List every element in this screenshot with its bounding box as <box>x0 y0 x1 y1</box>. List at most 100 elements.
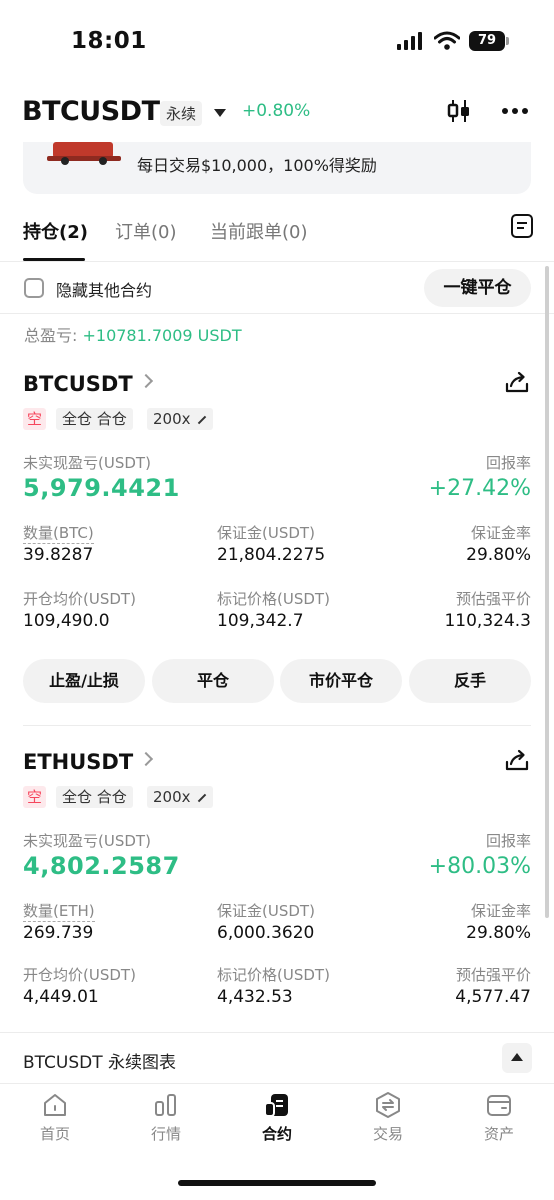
chevron-right-icon[interactable] <box>138 373 154 389</box>
entry-price-label: 开仓均价(USDT) <box>23 590 136 608</box>
tab-orders[interactable]: 订单(0) <box>115 218 177 244</box>
close-button[interactable]: 平仓 <box>152 659 274 703</box>
nav-assets[interactable]: 资产 <box>444 1085 554 1155</box>
liq-price-value: 4,577.47 <box>455 987 531 1007</box>
qty-label[interactable]: 数量(ETH) <box>23 900 95 922</box>
position-card: BTCUSDT 空 全仓 合仓 200x 未实现盈亏(USDT) 回报率 5,9… <box>0 370 554 726</box>
position-actions: 止盈/止损 平仓 市价平仓 反手 <box>0 659 554 703</box>
side-tag: 空 <box>23 408 47 430</box>
roe-value: +27.42% <box>428 476 531 501</box>
mark-price-label: 标记价格(USDT) <box>217 966 330 984</box>
edit-icon <box>197 793 206 802</box>
leverage-value: 200x <box>153 788 191 806</box>
car-icon <box>47 142 121 165</box>
position-symbol[interactable]: ETHUSDT <box>23 750 133 774</box>
close-all-button[interactable]: 一键平仓 <box>424 269 531 307</box>
wifi-icon <box>434 31 460 50</box>
margin-mode-tag: 全仓 合仓 <box>56 408 133 430</box>
promo-banner[interactable]: 每日交易$10,000，100%得奖励 <box>23 142 531 194</box>
margin-ratio-label: 保证金率 <box>470 902 531 920</box>
signal-icon <box>397 32 423 50</box>
nav-label: 首页 <box>39 1125 70 1143</box>
chart-bar[interactable]: BTCUSDT 永续图表 <box>0 1032 554 1084</box>
side-tag: 空 <box>23 786 47 808</box>
chart-expand-button[interactable] <box>502 1043 532 1073</box>
nav-home[interactable]: 首页 <box>0 1085 110 1155</box>
entry-price-value: 109,490.0 <box>23 611 110 631</box>
banner-text: 每日交易$10,000，100%得奖励 <box>137 156 377 175</box>
upnl-value: 4,802.2587 <box>23 852 180 880</box>
tp-sl-button[interactable]: 止盈/止损 <box>23 659 145 703</box>
mark-price-value: 109,342.7 <box>217 611 304 631</box>
candlestick-chart-icon[interactable] <box>446 98 472 124</box>
upnl-value: 5,979.4421 <box>23 474 180 502</box>
margin-label: 保证金(USDT) <box>217 902 315 920</box>
chart-bar-label: BTCUSDT 永续图表 <box>23 1053 177 1073</box>
home-indicator[interactable] <box>178 1180 376 1186</box>
market-icon <box>155 1094 176 1116</box>
battery-cap <box>506 37 509 45</box>
roe-label: 回报率 <box>485 454 531 472</box>
document-icon[interactable] <box>511 214 533 238</box>
status-bar: 18:01 79 <box>0 0 554 84</box>
upnl-label: 未实现盈亏(USDT) <box>23 832 151 850</box>
symbol-dropdown-icon[interactable] <box>214 109 226 117</box>
total-pnl: 总盈亏: +10781.7009 USDT <box>24 322 242 346</box>
home-icon <box>44 1094 66 1116</box>
header: BTCUSDT 永续 +0.80% <box>0 84 554 144</box>
margin-value: 21,804.2275 <box>217 545 326 565</box>
margin-ratio-label: 保证金率 <box>470 524 531 542</box>
battery-icon: 79 <box>469 31 505 51</box>
trade-icon <box>376 1092 400 1118</box>
upnl-label: 未实现盈亏(USDT) <box>23 454 151 472</box>
reverse-button[interactable]: 反手 <box>409 659 531 703</box>
margin-ratio-value: 29.80% <box>466 923 531 943</box>
hide-other-checkbox[interactable] <box>24 278 44 298</box>
share-icon[interactable] <box>505 370 529 394</box>
liq-price-label: 预估强平价 <box>455 966 531 984</box>
margin-value: 6,000.3620 <box>217 923 315 943</box>
chevron-right-icon[interactable] <box>138 751 154 767</box>
position-symbol[interactable]: BTCUSDT <box>23 372 133 396</box>
contract-type-tag: 永续 <box>160 101 203 126</box>
nav-label: 交易 <box>372 1125 403 1143</box>
qty-value: 39.8287 <box>23 545 94 565</box>
symbol-title[interactable]: BTCUSDT <box>22 96 160 127</box>
filter-row: 隐藏其他合约 一键平仓 <box>0 262 554 314</box>
wallet-icon <box>487 1095 511 1116</box>
futures-icon <box>264 1094 288 1117</box>
mark-price-value: 4,432.53 <box>217 987 293 1007</box>
roe-value: +80.03% <box>428 854 531 879</box>
margin-ratio-value: 29.80% <box>466 545 531 565</box>
nav-futures[interactable]: 合约 <box>222 1085 332 1155</box>
leverage-value: 200x <box>153 410 191 428</box>
price-change: +0.80% <box>242 101 311 121</box>
total-pnl-label: 总盈亏: <box>24 326 83 345</box>
liq-price-label: 预估强平价 <box>455 590 531 608</box>
margin-label: 保证金(USDT) <box>217 524 315 542</box>
total-pnl-value: +10781.7009 USDT <box>82 326 242 345</box>
entry-price-label: 开仓均价(USDT) <box>23 966 136 984</box>
tab-active-underline <box>23 258 85 261</box>
mark-price-label: 标记价格(USDT) <box>217 590 330 608</box>
nav-market[interactable]: 行情 <box>111 1085 221 1155</box>
share-icon[interactable] <box>505 748 529 772</box>
tab-copy-trades[interactable]: 当前跟单(0) <box>210 218 308 244</box>
position-tabs: 持仓(2) 订单(0) 当前跟单(0) <box>0 210 554 262</box>
leverage-tag[interactable]: 200x <box>147 786 213 808</box>
tab-positions[interactable]: 持仓(2) <box>23 218 88 244</box>
liq-price-value: 110,324.3 <box>444 611 531 631</box>
caret-up-icon <box>511 1053 523 1061</box>
more-icon[interactable] <box>500 108 530 116</box>
leverage-tag[interactable]: 200x <box>147 408 213 430</box>
nav-label: 合约 <box>261 1125 292 1143</box>
margin-mode-tag: 全仓 合仓 <box>56 786 133 808</box>
status-time: 18:01 <box>71 28 147 54</box>
qty-label[interactable]: 数量(BTC) <box>23 522 94 544</box>
entry-price-value: 4,449.01 <box>23 987 99 1007</box>
roe-label: 回报率 <box>485 832 531 850</box>
market-close-button[interactable]: 市价平仓 <box>280 659 402 703</box>
edit-icon <box>197 415 206 424</box>
nav-trade[interactable]: 交易 <box>333 1085 443 1155</box>
nav-label: 行情 <box>150 1125 181 1143</box>
